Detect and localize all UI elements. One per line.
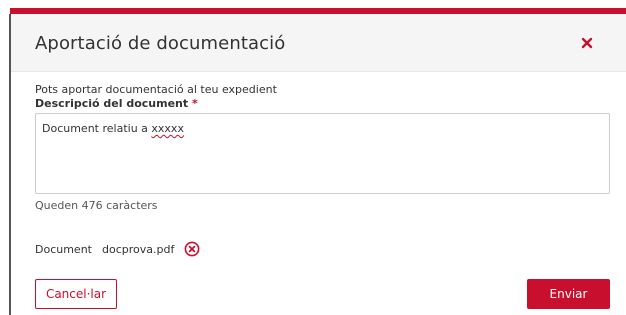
document-upload-modal: Aportació de documentació Pots aportar d…	[11, 14, 626, 315]
cancel-button[interactable]: Cancel·lar	[35, 279, 117, 309]
send-button[interactable]: Enviar	[527, 279, 610, 309]
document-file-name: docprova.pdf	[102, 242, 175, 256]
modal-header: Aportació de documentació	[11, 14, 626, 72]
modal-title: Aportació de documentació	[35, 33, 286, 54]
intro-text: Pots aportar documentació al teu expedie…	[35, 83, 277, 96]
attached-document-row: Document docprova.pdf	[35, 240, 200, 258]
remaining-characters: Queden 476 caràcters	[35, 199, 158, 212]
description-label-text: Descripció del document	[35, 97, 189, 110]
description-label: Descripció del document *	[35, 97, 198, 110]
description-text: Document relatiu a	[42, 122, 152, 135]
close-icon[interactable]	[579, 35, 595, 51]
required-marker: *	[191, 97, 198, 110]
circle-x-icon[interactable]	[184, 241, 200, 257]
top-accent-bar	[0, 0, 626, 14]
document-label: Document	[35, 242, 92, 256]
description-textarea[interactable]: Document relatiu a xxxxx	[35, 113, 610, 194]
spellcheck-flagged-word: xxxxx	[151, 122, 184, 135]
